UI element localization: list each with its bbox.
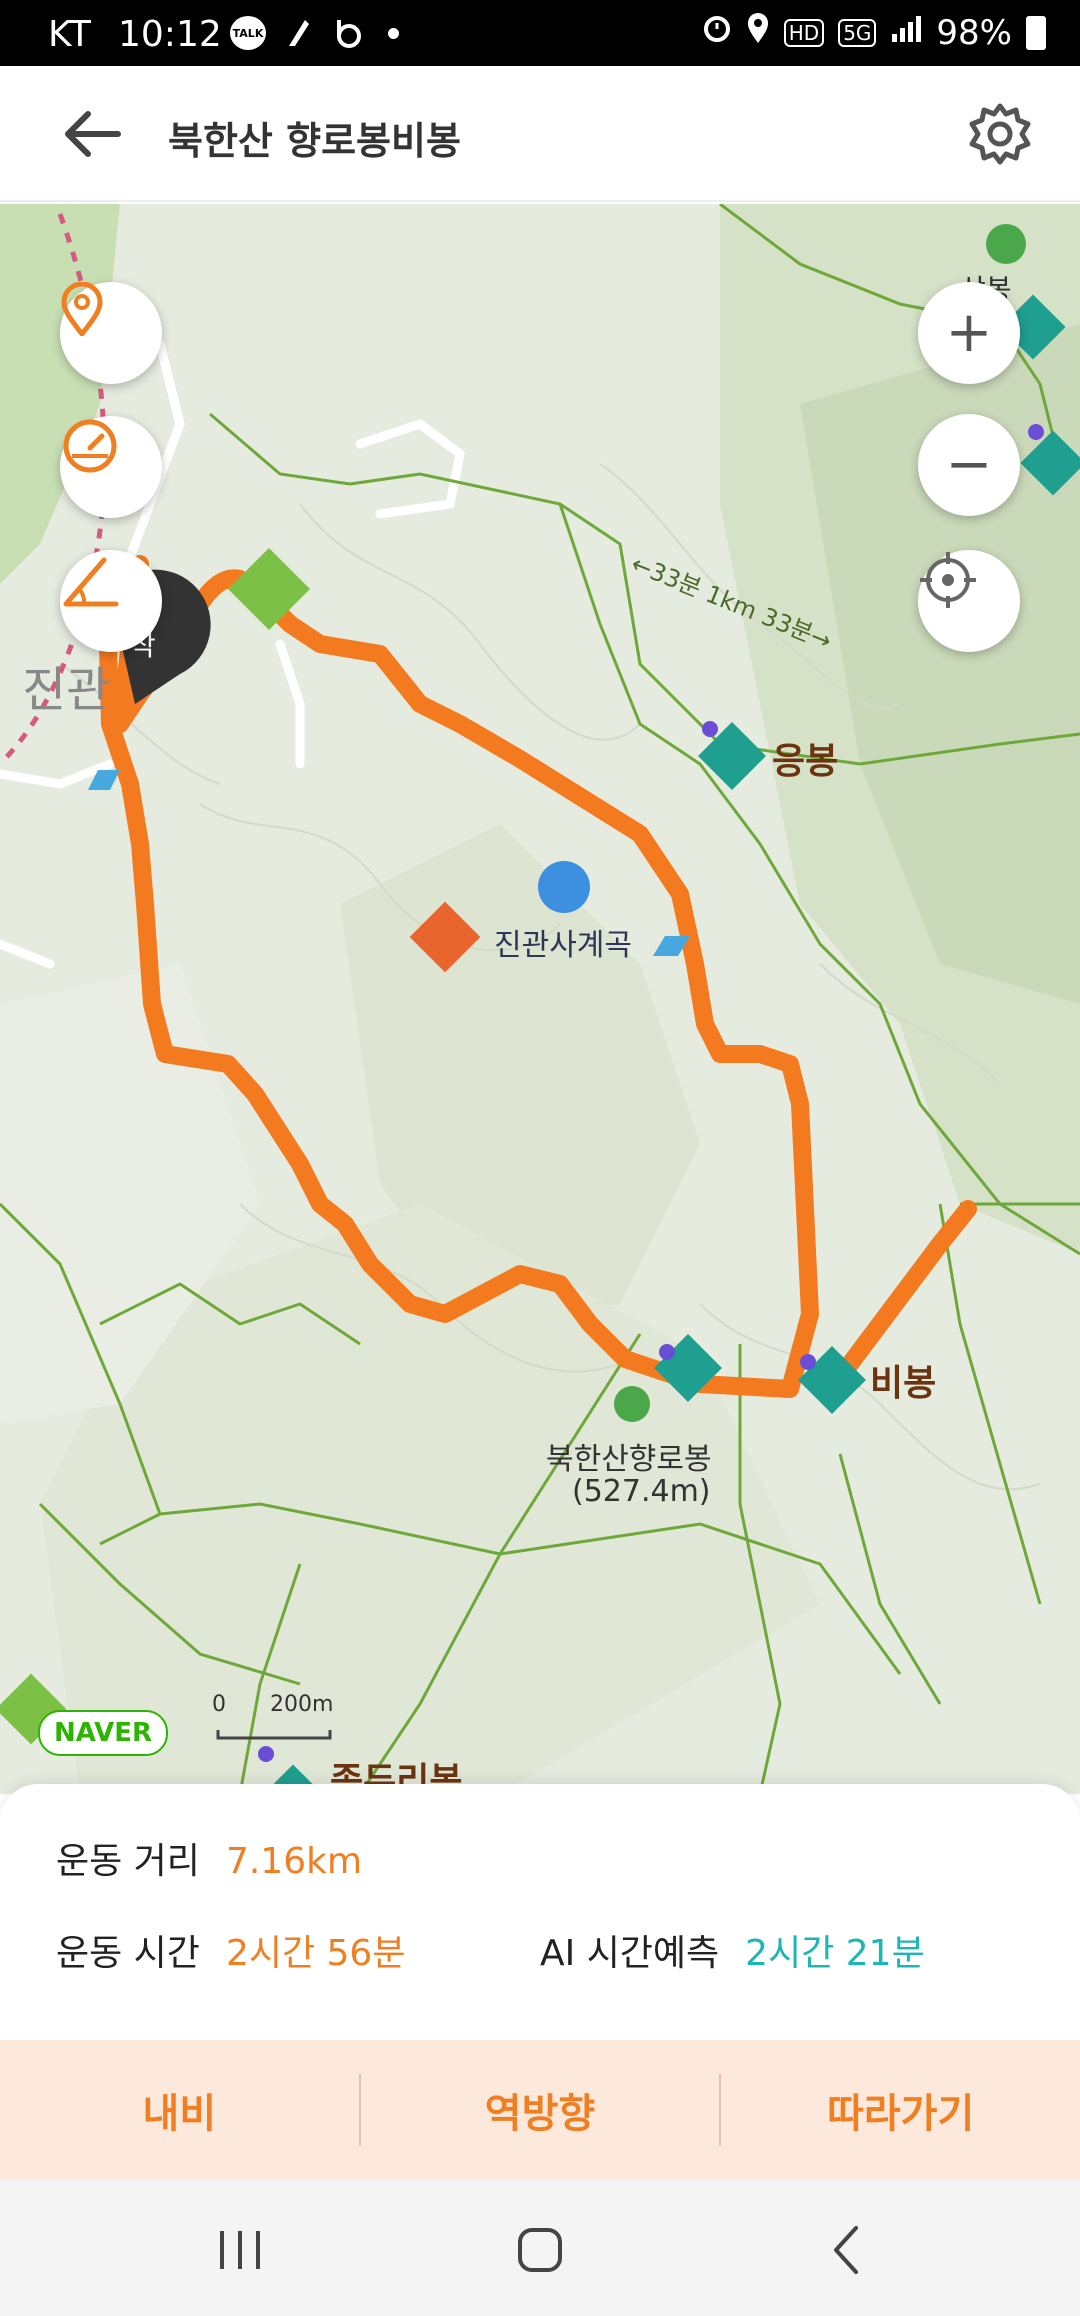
- time-row: 운동 시간 2시간 56분: [56, 1924, 405, 1976]
- map-canvas: [0, 204, 1080, 1794]
- back-arrow-icon: [65, 111, 121, 157]
- scale-zero: 0: [212, 1692, 226, 1717]
- ai-time-row: AI 시간예측 2시간 21분: [540, 1924, 925, 1976]
- battery-icon: [1026, 15, 1046, 50]
- battery-percent: 98%: [936, 12, 1012, 53]
- gear-icon: [969, 103, 1031, 165]
- action-bar: 내비 역방향 따라가기: [0, 2040, 1080, 2180]
- speedometer-icon: [63, 419, 117, 473]
- back-button[interactable]: [60, 106, 126, 162]
- zoom-out-icon: −: [945, 432, 993, 497]
- naver-logo: NAVER: [38, 1710, 169, 1756]
- reverse-button[interactable]: 역방향: [361, 2040, 720, 2180]
- distance-row: 운동 거리 7.16km: [56, 1832, 362, 1884]
- summit-label-name: 북한산향로봉: [546, 1442, 712, 1477]
- settings-button[interactable]: [968, 102, 1032, 166]
- page-title: 북한산 향로봉비봉: [168, 119, 461, 163]
- slope-button[interactable]: [60, 550, 162, 652]
- follow-button[interactable]: 따라가기: [721, 2040, 1080, 2180]
- my-location-button[interactable]: [918, 550, 1020, 652]
- zoom-out-button[interactable]: −: [918, 414, 1020, 516]
- speedometer-button[interactable]: [60, 416, 162, 518]
- ai-time-label: AI 시간예측: [540, 1933, 720, 1974]
- town-label-jinjeon: 진관: [22, 662, 111, 718]
- system-back-button[interactable]: [796, 2210, 896, 2290]
- waypoint-button[interactable]: [60, 282, 162, 384]
- crosshair-icon: [920, 552, 976, 608]
- peak-label-eungbong: 응봉: [772, 741, 839, 782]
- clock-text: 10:12: [118, 14, 222, 55]
- alarm-icon: [702, 12, 732, 53]
- more-notifications-dot: [388, 27, 399, 39]
- zoom-in-icon: +: [945, 300, 993, 365]
- signal-icon: [890, 13, 922, 53]
- system-status: HD 5G 98%: [702, 12, 1046, 53]
- home-icon: [518, 2228, 562, 2272]
- time-value: 2시간 56분: [225, 1933, 406, 1974]
- home-button[interactable]: [490, 2210, 590, 2290]
- zoom-in-button[interactable]: +: [918, 282, 1020, 384]
- feather-icon: [280, 16, 316, 50]
- slope-angle-icon: [63, 557, 119, 607]
- b-app-icon: [330, 16, 366, 50]
- app-header: 북한산 향로봉비봉: [0, 66, 1080, 202]
- ai-time-value: 2시간 21분: [745, 1933, 925, 1974]
- navi-button[interactable]: 내비: [0, 2040, 359, 2180]
- summit-label-elevation: (527.4m): [572, 1474, 711, 1509]
- distance-label: 운동 거리: [56, 1841, 200, 1882]
- recents-button[interactable]: [190, 2210, 290, 2290]
- recents-icon: [220, 2231, 260, 2269]
- distance-value: 7.16km: [225, 1841, 363, 1882]
- status-bar: KT 10:12 TALK HD 5G 98%: [0, 0, 1080, 66]
- valley-label: 진관사계곡: [494, 928, 632, 963]
- time-label: 운동 시간: [56, 1933, 200, 1974]
- peak-label-bibong: 비봉: [870, 1363, 937, 1404]
- location-icon: [746, 12, 770, 53]
- hd-voice-icon: HD: [783, 18, 825, 47]
- map-pin-icon: [61, 282, 103, 336]
- notification-icons: TALK: [230, 16, 399, 50]
- map-view[interactable]: 응봉 비봉 진관사계곡 북한산향로봉 (527.4m) ←33분 1km 33분…: [0, 204, 1080, 1794]
- scale-distance: 200m: [270, 1692, 334, 1717]
- back-chevron-icon: [834, 2226, 858, 2274]
- stats-sheet: 운동 거리 7.16km 운동 시간 2시간 56분 AI 시간예측 2시간 2…: [0, 1784, 1080, 2044]
- talk-icon: TALK: [230, 16, 266, 50]
- system-nav-bar: [0, 2180, 1080, 2316]
- network-5g-icon: 5G: [838, 18, 877, 47]
- carrier-text: KT: [48, 14, 91, 55]
